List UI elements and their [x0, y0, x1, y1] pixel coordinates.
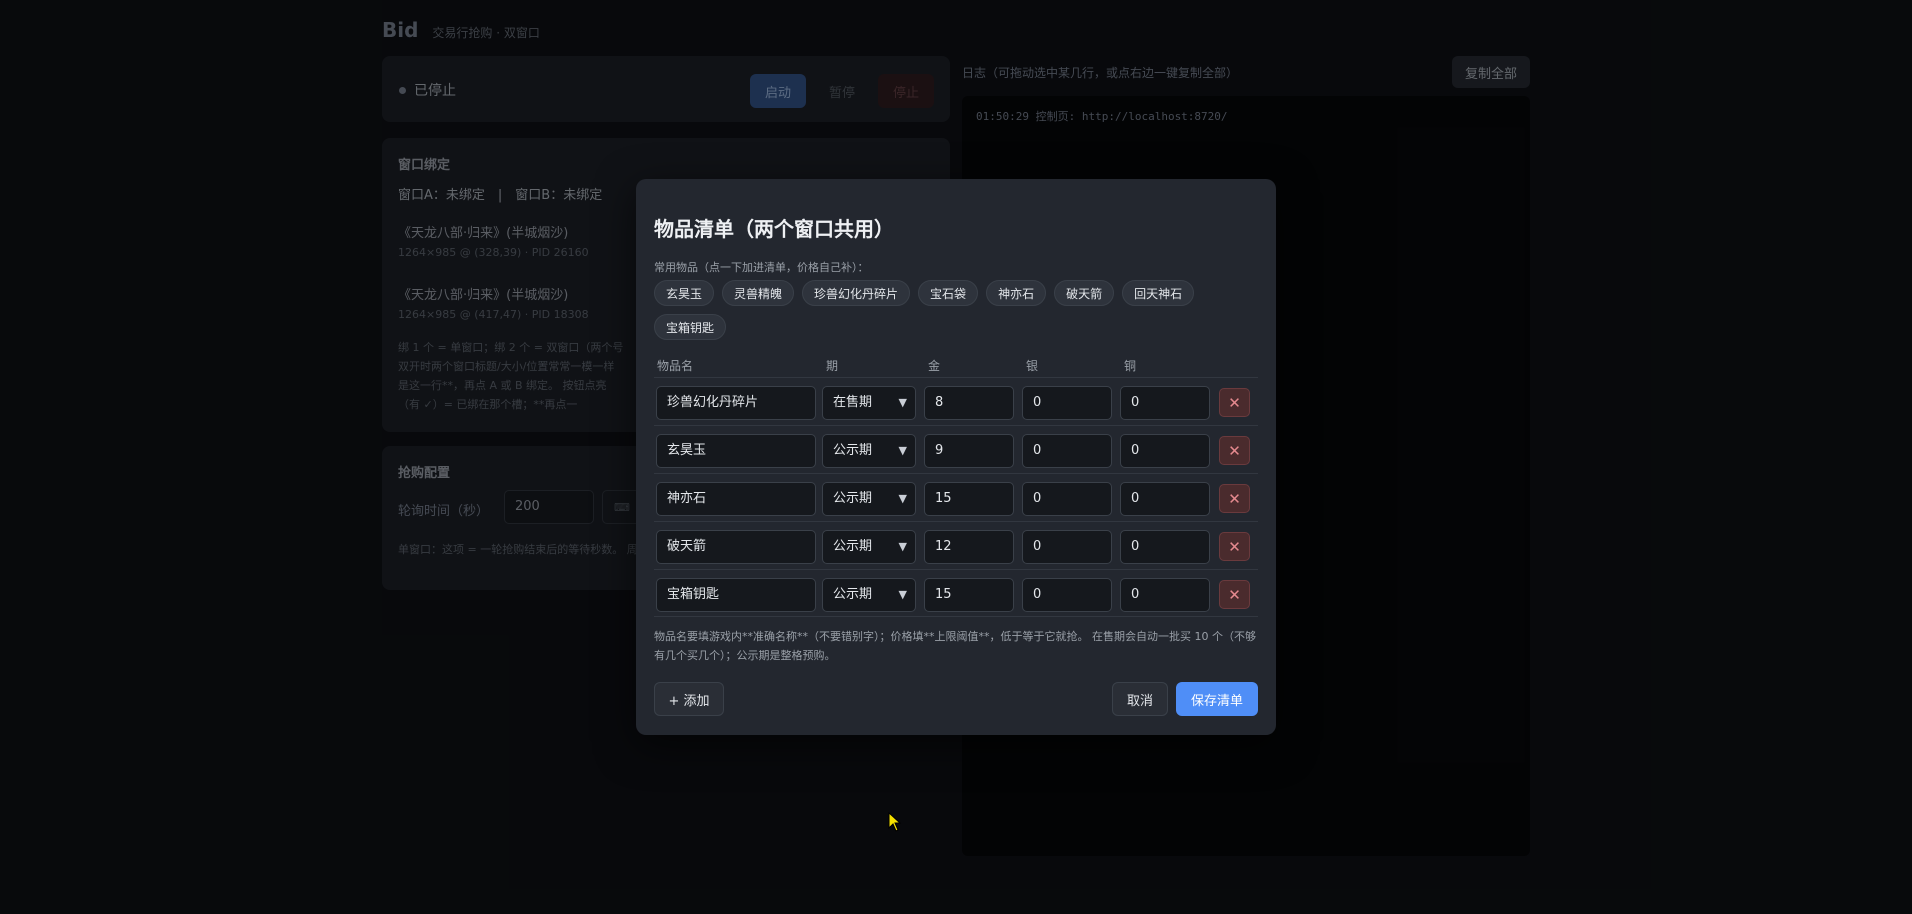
common-item-chip[interactable]: 回天神石 — [1122, 280, 1195, 306]
period-select[interactable]: 公示期 ▼ — [822, 434, 916, 468]
chevron-down-icon: ▼ — [898, 492, 907, 505]
copper-input[interactable]: 0 — [1120, 386, 1210, 420]
item-name-input[interactable]: 破天箭 — [656, 530, 816, 564]
header-name: 物品名 — [657, 359, 694, 373]
item-name-input[interactable]: 神亦石 — [656, 482, 816, 516]
period-select[interactable]: 在售期 ▼ — [822, 386, 916, 420]
common-item-chip[interactable]: 神亦石 — [986, 280, 1047, 306]
delete-row-button[interactable]: ✕ — [1219, 388, 1250, 417]
table-row: 玄昊玉 公示期 ▼ 9 0 0 ✕ — [654, 425, 1258, 473]
silver-input[interactable]: 0 — [1022, 578, 1112, 612]
chevron-down-icon: ▼ — [898, 540, 907, 553]
item-list-modal: 物品清单（两个窗口共用） 常用物品（点一下加进清单，价格自己补）： 玄昊玉 灵兽… — [636, 179, 1276, 735]
gold-input[interactable]: 15 — [924, 482, 1014, 516]
modal-note: 物品名要填游戏内**准确名称**（不要错别字）；价格填**上限阈值**，低于等于… — [654, 630, 1256, 662]
save-list-button[interactable]: 保存清单 — [1176, 682, 1258, 716]
chevron-down-icon: ▼ — [898, 396, 907, 409]
app-root: Bid 交易行抢购 · 双窗口 已停止 启动 暂停 停止 窗口绑定 窗口A：未绑… — [0, 0, 1912, 914]
header-gold: 金 — [928, 359, 941, 373]
common-item-chip[interactable]: 珍兽幻化丹碎片 — [802, 280, 911, 306]
delete-row-button[interactable]: ✕ — [1219, 484, 1250, 513]
item-name-input[interactable]: 玄昊玉 — [656, 434, 816, 468]
common-item-chip[interactable]: 玄昊玉 — [654, 280, 715, 306]
table-row: 破天箭 公示期 ▼ 12 0 0 ✕ — [654, 521, 1258, 569]
close-icon: ✕ — [1228, 585, 1241, 604]
silver-input[interactable]: 0 — [1022, 386, 1112, 420]
mouse-cursor-icon — [888, 812, 902, 832]
gold-input[interactable]: 8 — [924, 386, 1014, 420]
period-value: 在售期 — [833, 395, 873, 410]
add-item-button[interactable]: + 添加 — [654, 682, 724, 716]
header-silver: 银 — [1026, 359, 1039, 373]
delete-row-button[interactable]: ✕ — [1219, 436, 1250, 465]
close-icon: ✕ — [1228, 441, 1241, 460]
cancel-button[interactable]: 取消 — [1112, 682, 1168, 716]
copper-input[interactable]: 0 — [1120, 530, 1210, 564]
gold-input[interactable]: 9 — [924, 434, 1014, 468]
table-row: 宝箱钥匙 公示期 ▼ 15 0 0 ✕ — [654, 569, 1258, 617]
silver-input[interactable]: 0 — [1022, 482, 1112, 516]
chevron-down-icon: ▼ — [898, 444, 907, 457]
silver-input[interactable]: 0 — [1022, 434, 1112, 468]
period-value: 公示期 — [833, 491, 873, 506]
period-select[interactable]: 公示期 ▼ — [822, 578, 916, 612]
period-select[interactable]: 公示期 ▼ — [822, 530, 916, 564]
header-period: 期 — [826, 359, 839, 373]
common-item-chip[interactable]: 灵兽精魄 — [722, 280, 795, 306]
common-item-chip[interactable]: 宝石袋 — [918, 280, 979, 306]
common-item-chip[interactable]: 宝箱钥匙 — [654, 314, 727, 340]
delete-row-button[interactable]: ✕ — [1219, 532, 1250, 561]
close-icon: ✕ — [1228, 537, 1241, 556]
chevron-down-icon: ▼ — [898, 588, 907, 601]
copper-input[interactable]: 0 — [1120, 482, 1210, 516]
period-select[interactable]: 公示期 ▼ — [822, 482, 916, 516]
table-row: 珍兽幻化丹碎片 在售期 ▼ 8 0 0 ✕ — [654, 377, 1258, 425]
close-icon: ✕ — [1228, 489, 1241, 508]
item-name-input[interactable]: 宝箱钥匙 — [656, 578, 816, 612]
silver-input[interactable]: 0 — [1022, 530, 1112, 564]
delete-row-button[interactable]: ✕ — [1219, 580, 1250, 609]
period-value: 公示期 — [833, 443, 873, 458]
period-value: 公示期 — [833, 587, 873, 602]
header-copper: 铜 — [1124, 359, 1137, 373]
item-rows: 珍兽幻化丹碎片 在售期 ▼ 8 0 0 ✕ 玄昊玉 公示期 ▼ 9 0 0 ✕ 神亦… — [654, 377, 1258, 617]
period-value: 公示期 — [833, 539, 873, 554]
close-icon: ✕ — [1228, 393, 1241, 412]
copper-input[interactable]: 0 — [1120, 434, 1210, 468]
gold-input[interactable]: 12 — [924, 530, 1014, 564]
item-name-input[interactable]: 珍兽幻化丹碎片 — [656, 386, 816, 420]
table-row: 神亦石 公示期 ▼ 15 0 0 ✕ — [654, 473, 1258, 521]
modal-title: 物品清单（两个窗口共用） — [654, 217, 894, 241]
common-items-chips: 玄昊玉 灵兽精魄 珍兽幻化丹碎片 宝石袋 神亦石 破天箭 回天神石 宝箱钥匙 — [654, 280, 1214, 340]
common-item-chip[interactable]: 破天箭 — [1054, 280, 1115, 306]
gold-input[interactable]: 15 — [924, 578, 1014, 612]
copper-input[interactable]: 0 — [1120, 578, 1210, 612]
common-items-label: 常用物品（点一下加进清单，价格自己补）： — [654, 261, 869, 274]
